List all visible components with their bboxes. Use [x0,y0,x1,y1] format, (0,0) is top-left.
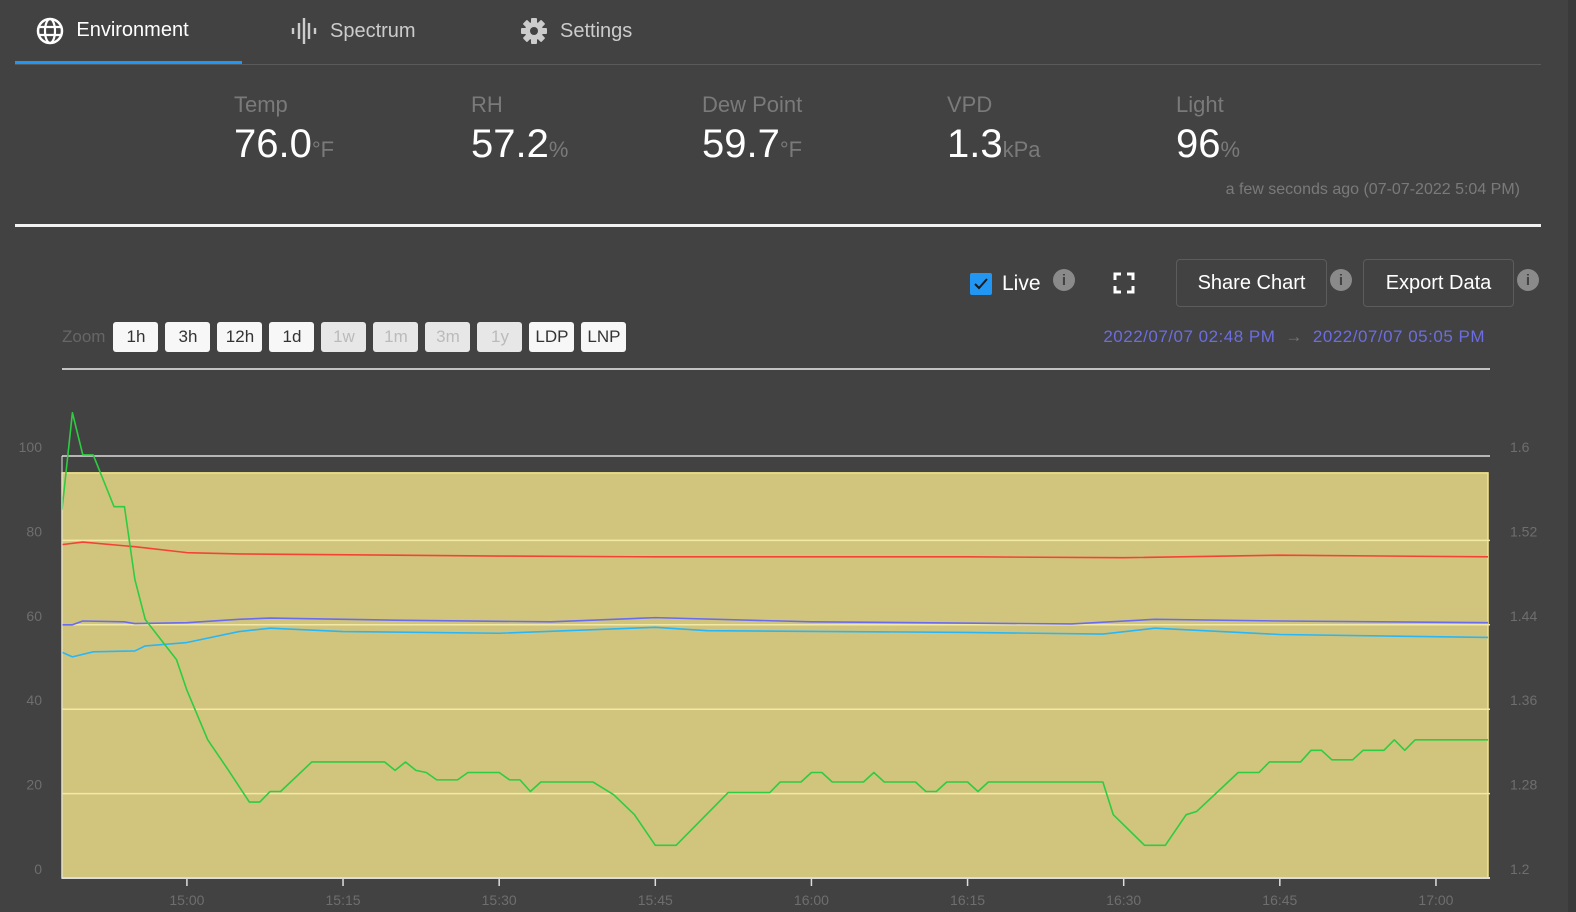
x-tick-label: 16:15 [950,892,985,908]
y-left-tick-label: 40 [26,692,42,708]
x-tick-label: 17:00 [1418,892,1453,908]
x-tick-label: 15:30 [482,892,517,908]
x-tick-label: 15:45 [638,892,673,908]
y-right-tick-label: 1.6 [1510,439,1530,455]
y-right-tick-label: 1.52 [1510,523,1537,539]
series-light-area [61,472,1489,879]
y-right-tick-label: 1.28 [1510,777,1537,793]
y-left-tick-label: 80 [26,523,42,539]
environment-chart[interactable]: 0 20 40 60 80 100 1.2 1.28 1.36 1.44 1.52 1.6 15:00 1… [0,0,1576,912]
scrollbar[interactable] [1568,0,1576,912]
x-tick-label: 15:00 [169,892,204,908]
y-left-tick-label: 100 [19,439,43,455]
y-left-tick-label: 0 [34,861,42,877]
x-tick-label: 15:15 [326,892,361,908]
x-tick-label: 16:30 [1106,892,1141,908]
x-tick-label: 16:45 [1262,892,1297,908]
x-tick-label: 16:00 [794,892,829,908]
y-right-tick-label: 1.36 [1510,692,1537,708]
y-right-tick-label: 1.44 [1510,608,1537,624]
y-left-tick-label: 60 [26,608,42,624]
y-left-tick-label: 20 [26,777,42,793]
y-right-tick-label: 1.2 [1510,861,1530,877]
